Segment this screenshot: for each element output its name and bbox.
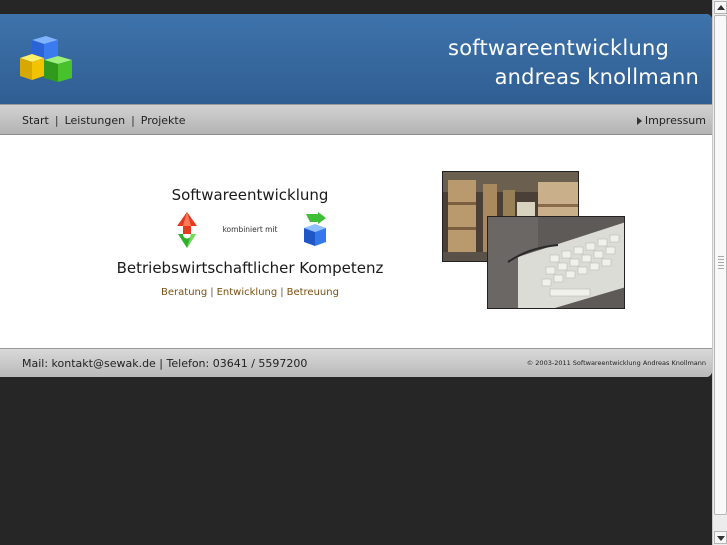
chevron-down-icon xyxy=(717,536,725,541)
nav-link-leistungen[interactable]: Leistungen xyxy=(65,114,125,127)
footer: Mail: kontakt@sewak.de | Telefon: 03641 … xyxy=(0,348,712,377)
services-separator: | xyxy=(210,287,214,298)
impressum-link-wrapper[interactable]: Impressum xyxy=(636,114,706,127)
colored-cubes-icon[interactable] xyxy=(18,36,74,88)
combined-row: kombiniert mit xyxy=(170,210,340,252)
triangle-right-icon xyxy=(636,117,642,125)
service-link-entwicklung[interactable]: Entwicklung xyxy=(217,287,278,298)
brand-title: softwareentwicklung andreas knollmann xyxy=(448,34,699,92)
nav-link-projekte[interactable]: Projekte xyxy=(141,114,186,127)
main-content: Softwareentwicklung kombiniert mit Betri… xyxy=(0,135,712,348)
navigation-bar: Start | Leistungen | Projekte Impressum xyxy=(0,104,712,135)
nav-separator: | xyxy=(54,114,59,127)
scroll-down-button[interactable] xyxy=(714,531,727,544)
keyboard-photo xyxy=(487,216,625,309)
footer-contact: Mail: kontakt@sewak.de | Telefon: 03641 … xyxy=(22,357,308,370)
headline-kompetenz: Betriebswirtschaftlicher Kompetenz xyxy=(116,259,384,277)
footer-copyright: © 2003-2011 Softwareentwicklung Andreas … xyxy=(526,359,706,367)
brand-line-2: andreas knollmann xyxy=(494,65,699,89)
nav-links: Start | Leistungen | Projekte xyxy=(22,114,186,127)
website-frame: softwareentwicklung andreas knollmann St… xyxy=(0,14,712,377)
grip-icon xyxy=(718,256,724,270)
blue-cube-icon xyxy=(304,212,326,246)
header: softwareentwicklung andreas knollmann xyxy=(0,14,712,104)
services-links: Beratung | Entwicklung | Betreuung xyxy=(100,287,400,298)
scroll-up-button[interactable] xyxy=(714,1,727,14)
scrollbar-thumb[interactable] xyxy=(714,15,727,515)
nav-link-start[interactable]: Start xyxy=(22,114,49,127)
headline-softwareentwicklung: Softwareentwicklung xyxy=(171,186,329,204)
vertical-scrollbar[interactable] xyxy=(712,0,727,545)
service-link-beratung[interactable]: Beratung xyxy=(161,287,207,298)
service-link-betreuung[interactable]: Betreuung xyxy=(287,287,339,298)
chevron-up-icon xyxy=(717,5,725,10)
brand-line-1: softwareentwicklung xyxy=(448,36,669,60)
nav-separator: | xyxy=(131,114,135,127)
services-separator: | xyxy=(280,287,284,298)
impressum-link[interactable]: Impressum xyxy=(645,114,706,127)
